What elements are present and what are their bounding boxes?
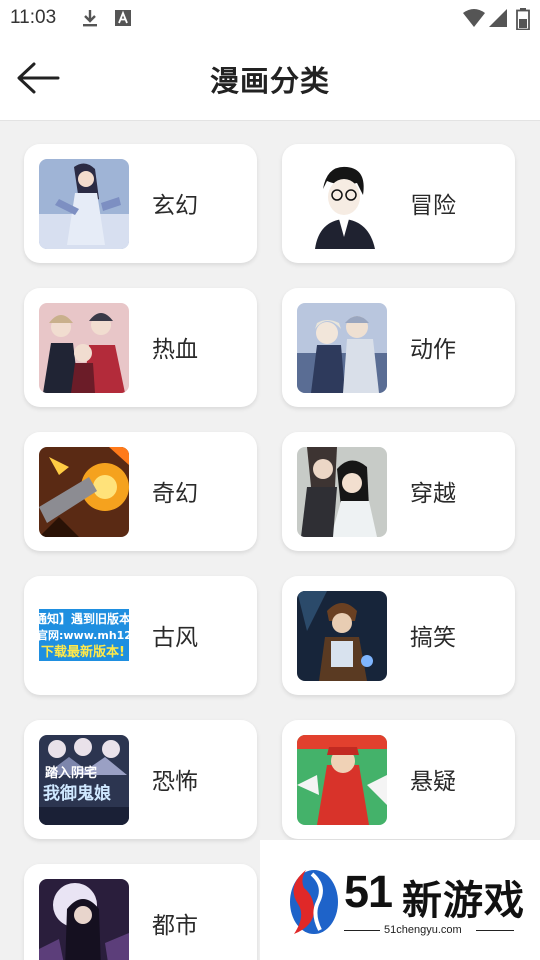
category-label: 古风 [152,625,198,651]
category-card-qihuan[interactable]: 奇幻 [24,432,257,551]
category-label: 奇幻 [152,481,198,507]
cover-thumbnail [39,879,129,960]
cover-text: 官网:www.mh123 [39,628,129,642]
watermark-logo-icon [290,870,338,934]
category-card-dongzuo[interactable]: 动作 [282,288,515,407]
category-card-dushi[interactable]: 都市 [24,864,257,960]
status-bar: 11:03 [0,0,540,36]
cover-text: 下载最新版本! [41,644,125,660]
cover-thumbnail: 踏入阴宅 我御鬼娘 [39,735,129,825]
category-label: 恐怖 [152,769,198,795]
signal-icon [488,8,508,32]
category-label: 热血 [152,337,198,363]
page-title: 漫画分类 [209,64,330,98]
category-label: 穿越 [410,481,456,507]
category-label: 动作 [410,337,456,363]
watermark-name: 新游戏 [402,878,525,924]
status-time: 11:03 [10,7,57,28]
category-label: 搞笑 [410,625,456,651]
site-watermark-ad: 51 新游戏 51chengyu.com [260,840,540,960]
cover-text: 我御鬼娘 [43,783,111,804]
wifi-icon [462,8,486,32]
cover-thumbnail [297,591,387,681]
watermark-number: 51 [344,866,393,917]
download-icon [80,8,100,32]
category-grid: 玄幻 冒险 热血 动作 奇幻 穿越 通知】遇到旧版本 官网:www.mh12 下… [0,120,540,960]
cover-thumbnail [297,447,387,537]
watermark-divider [476,930,514,931]
category-card-gaoxiao[interactable]: 搞笑 [282,576,515,695]
category-label: 冒险 [410,193,456,219]
watermark-url: 51chengyu.com [384,924,462,936]
category-card-rexue[interactable]: 热血 [24,288,257,407]
battery-icon [516,8,530,34]
app-bar: 漫画分类 [0,36,540,121]
font-app-icon [114,8,132,32]
category-label: 都市 [152,913,198,939]
category-card-maoxian[interactable]: 冒险 [282,144,515,263]
cover-thumbnail [39,447,129,537]
category-label: 玄幻 [152,193,198,219]
cover-text: 踏入阴宅 [45,765,97,781]
cover-thumbnail [39,303,129,393]
category-card-gufeng[interactable]: 通知】遇到旧版本 官网:www.mh123 下载最新版本! 古风 [24,576,257,695]
cover-thumbnail [297,735,387,825]
cover-text: 通知】遇到旧版本 [39,611,129,626]
category-card-xuanyi[interactable]: 悬疑 [282,720,515,839]
category-card-chuanyue[interactable]: 穿越 [282,432,515,551]
cover-thumbnail: 通知】遇到旧版本 官网:www.mh123 下载最新版本! [39,591,129,681]
watermark-divider [344,930,380,931]
cover-thumbnail [297,159,387,249]
cover-thumbnail [39,159,129,249]
category-card-kongbu[interactable]: 踏入阴宅 我御鬼娘 恐怖 [24,720,257,839]
category-card-xuanhuan[interactable]: 玄幻 [24,144,257,263]
cover-thumbnail [297,303,387,393]
category-label: 悬疑 [410,769,456,795]
